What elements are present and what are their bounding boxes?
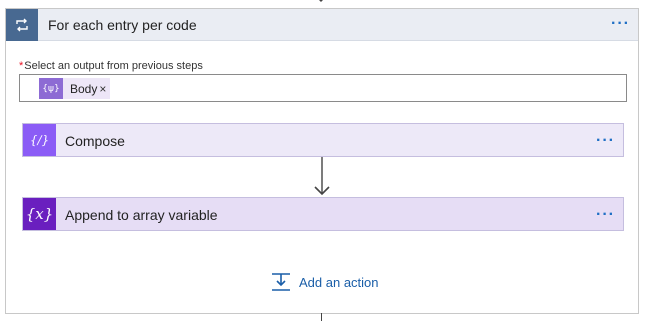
compose-action-card[interactable]: {∕} Compose ···	[22, 123, 624, 157]
incoming-arrow-icon	[319, 0, 323, 2]
required-marker: *	[19, 60, 24, 72]
token-remove-icon[interactable]: ×	[99, 82, 110, 96]
connector-arrow-icon	[314, 157, 330, 196]
add-action-button[interactable]: Add an action	[271, 272, 379, 292]
body-token[interactable]: {ψ} Body ×	[39, 78, 111, 99]
outgoing-connector-line	[321, 313, 322, 321]
append-to-array-action-card[interactable]: {x} Append to array variable ···	[22, 197, 624, 231]
variable-icon: {x}	[23, 198, 56, 230]
add-action-icon	[272, 273, 290, 291]
select-output-input[interactable]: {ψ} Body ×	[19, 74, 627, 102]
add-action-label: Add an action	[299, 274, 379, 290]
token-label: Body	[70, 81, 98, 96]
compose-more-options-icon[interactable]: ···	[596, 133, 615, 149]
loop-icon	[6, 9, 38, 41]
compose-icon: {∕}	[23, 124, 56, 156]
append-to-array-title: Append to array variable	[65, 207, 218, 223]
append-more-options-icon[interactable]: ···	[596, 207, 615, 223]
for-each-loop-card: For each entry per code ··· *Select an o…	[5, 8, 639, 314]
compose-title: Compose	[65, 133, 125, 149]
loop-more-options-icon[interactable]: ···	[611, 16, 630, 32]
loop-header[interactable]: For each entry per code ···	[6, 9, 638, 41]
select-output-label-text: Select an output from previous steps	[24, 60, 203, 72]
select-output-label: *Select an output from previous steps	[19, 60, 203, 72]
token-expression-icon: {ψ}	[39, 78, 63, 99]
loop-title: For each entry per code	[48, 17, 197, 33]
